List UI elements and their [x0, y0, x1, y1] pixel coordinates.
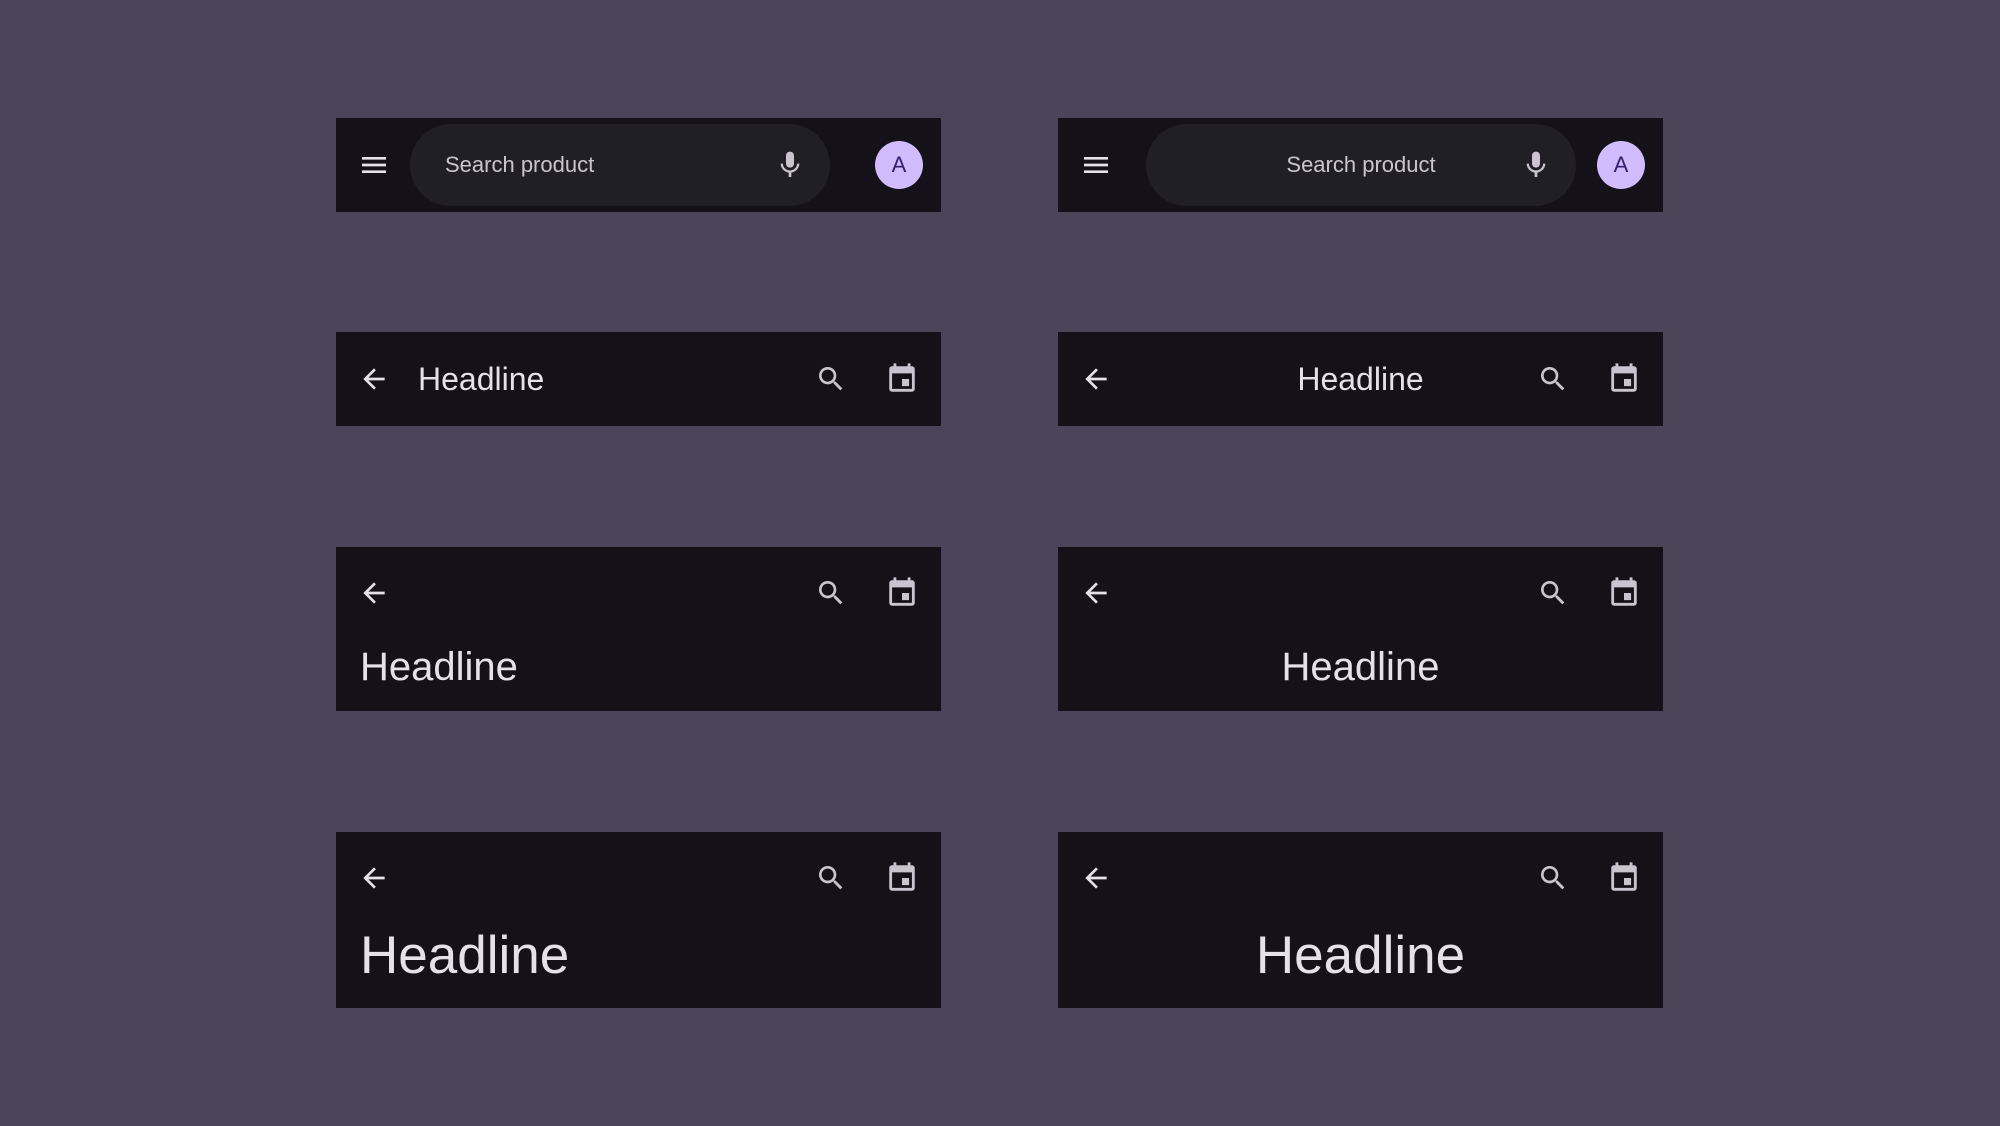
calendar-icon — [1607, 576, 1641, 610]
search-icon — [815, 862, 847, 894]
search-field[interactable]: Search product — [410, 124, 830, 206]
calendar-button[interactable] — [874, 565, 930, 621]
small-top-app-bar-centered: Headline — [1058, 332, 1663, 426]
menu-icon — [358, 149, 390, 181]
avatar[interactable]: A — [1597, 141, 1645, 189]
small-top-app-bar-left: Headline — [336, 332, 941, 426]
calendar-button[interactable] — [1596, 565, 1652, 621]
headline: Headline — [1281, 645, 1440, 689]
calendar-icon — [885, 362, 919, 396]
search-button[interactable] — [803, 850, 859, 906]
arrow-back-icon — [358, 577, 390, 609]
search-placeholder: Search product — [445, 152, 595, 177]
calendar-icon — [885, 861, 919, 895]
calendar-button[interactable] — [874, 351, 930, 407]
calendar-icon — [1607, 362, 1641, 396]
arrow-back-icon — [1080, 577, 1112, 609]
headline: Headline — [360, 926, 570, 985]
calendar-button[interactable] — [1596, 351, 1652, 407]
search-icon — [1537, 862, 1569, 894]
menu-icon — [1080, 149, 1112, 181]
back-button[interactable] — [1068, 850, 1124, 906]
search-icon — [815, 577, 847, 609]
back-button[interactable] — [346, 565, 402, 621]
back-button[interactable] — [346, 850, 402, 906]
search-app-bar-left: Search product A — [336, 118, 941, 212]
search-button[interactable] — [803, 351, 859, 407]
voice-search-button[interactable] — [1508, 137, 1564, 193]
mic-icon — [1520, 149, 1552, 181]
search-icon — [1537, 577, 1569, 609]
avatar[interactable]: A — [875, 141, 923, 189]
headline: Headline — [1255, 926, 1466, 985]
headline: Headline — [360, 645, 518, 689]
calendar-button[interactable] — [1596, 850, 1652, 906]
arrow-back-icon — [358, 862, 390, 894]
calendar-icon — [1607, 861, 1641, 895]
search-icon — [815, 363, 847, 395]
arrow-back-icon — [1080, 862, 1112, 894]
medium-top-app-bar-centered: Headline — [1058, 547, 1663, 711]
search-button[interactable] — [1525, 850, 1581, 906]
calendar-button[interactable] — [874, 850, 930, 906]
headline: Headline — [418, 361, 545, 397]
large-top-app-bar-centered: Headline — [1058, 832, 1663, 1008]
back-button[interactable] — [1068, 565, 1124, 621]
mic-icon — [774, 149, 806, 181]
arrow-back-icon — [358, 363, 390, 395]
search-button[interactable] — [1525, 351, 1581, 407]
search-icon — [1537, 363, 1569, 395]
medium-top-app-bar-left: Headline — [336, 547, 941, 711]
large-top-app-bar-left: Headline — [336, 832, 941, 1008]
search-button[interactable] — [1525, 565, 1581, 621]
search-field[interactable]: Search product — [1146, 124, 1576, 206]
calendar-icon — [885, 576, 919, 610]
voice-search-button[interactable] — [762, 137, 818, 193]
search-app-bar-centered: Search product A — [1058, 118, 1663, 212]
search-button[interactable] — [803, 565, 859, 621]
back-button[interactable] — [346, 351, 402, 407]
menu-button[interactable] — [346, 137, 402, 193]
menu-button[interactable] — [1068, 137, 1124, 193]
